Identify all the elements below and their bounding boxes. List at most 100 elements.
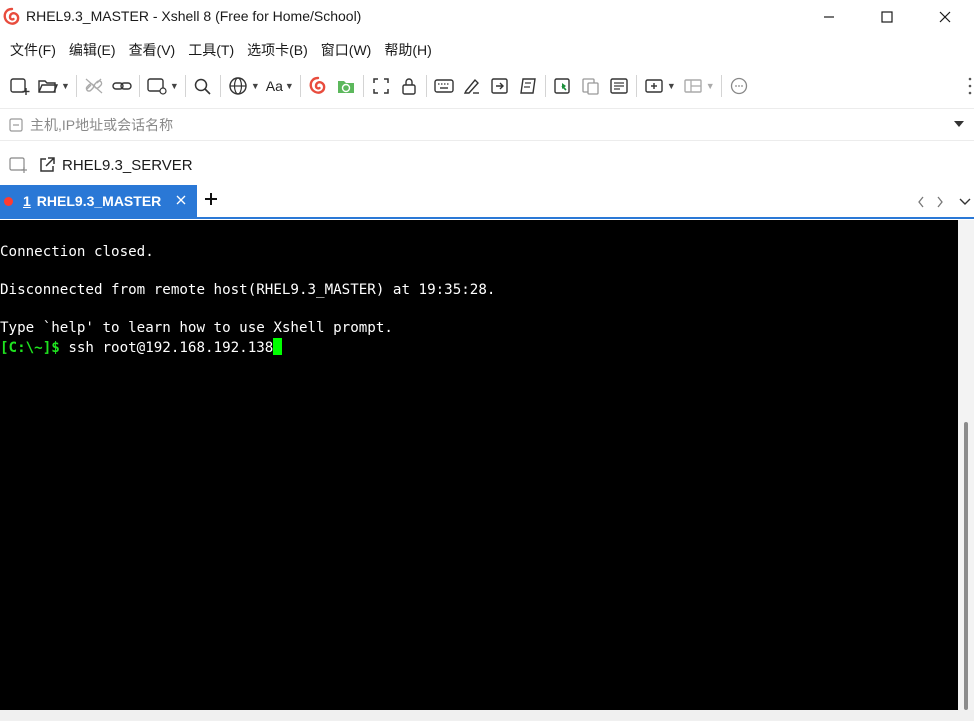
copy-button[interactable]	[577, 72, 605, 100]
chevron-down-icon: ▼	[666, 81, 676, 91]
terminal-line: Type `help' to learn how to use Xshell p…	[0, 320, 393, 336]
terminal-prompt-line: [C:\~]$ ssh root@192.168.192.138	[0, 338, 283, 358]
menu-window[interactable]: 窗口(W)	[315, 36, 378, 64]
typed-command: ssh root@192.168.192.138	[59, 340, 274, 356]
open-folder-icon	[38, 80, 59, 93]
toolbar-divider	[720, 75, 722, 97]
scrollbar-thumb[interactable]	[964, 422, 968, 710]
highlight-pen-icon	[463, 78, 479, 94]
tab-title: RHEL9.3_MASTER	[36, 193, 162, 209]
terminal-line: Connection closed.	[0, 244, 154, 260]
xftp-button[interactable]	[332, 72, 360, 100]
open-session-button[interactable]: ▼	[34, 72, 73, 100]
xshell-button[interactable]	[304, 72, 332, 100]
terminal-cursor	[273, 338, 283, 355]
add-pane-button[interactable]: ▼	[640, 72, 679, 100]
toolbar-divider	[138, 75, 140, 97]
toolbar-divider	[299, 75, 301, 97]
terminal-scrollbar[interactable]	[958, 220, 974, 710]
tab-bar: 1 RHEL9.3_MASTER	[0, 185, 974, 219]
chevron-down-icon[interactable]	[954, 121, 964, 129]
menu-edit[interactable]: 编辑(E)	[63, 36, 122, 64]
session-link-label: RHEL9.3_SERVER	[62, 156, 193, 174]
tab-rhel-master[interactable]: 1 RHEL9.3_MASTER	[0, 185, 197, 217]
new-tab-icon	[147, 78, 167, 95]
title-bar: RHEL9.3_MASTER - Xshell 8 (Free for Home…	[0, 0, 974, 34]
highlight-button[interactable]	[458, 72, 486, 100]
maximize-icon	[881, 11, 893, 23]
connect-link-icon	[112, 82, 132, 90]
new-session-icon	[10, 78, 30, 95]
session-link-rhel-server[interactable]: RHEL9.3_SERVER	[38, 154, 193, 176]
toolbar-divider	[362, 75, 364, 97]
address-bookmark-icon	[9, 118, 23, 132]
toolbar-divider	[425, 75, 427, 97]
disconnect-icon	[85, 78, 103, 94]
layout-button[interactable]: ▼	[679, 72, 718, 100]
links-bar-icon[interactable]	[9, 156, 29, 174]
font-button[interactable]: Aa ▼	[263, 72, 297, 100]
fullscreen-icon	[373, 78, 389, 94]
menu-help[interactable]: 帮助(H)	[378, 36, 437, 64]
close-icon	[939, 11, 951, 23]
chevron-left-icon[interactable]	[916, 195, 926, 209]
search-icon	[194, 78, 211, 95]
chevron-down-icon: ▼	[250, 81, 260, 91]
terminal-line: Disconnected from remote host(RHEL9.3_MA…	[0, 282, 496, 298]
compose-icon	[554, 78, 570, 94]
menu-file[interactable]: 文件(F)	[0, 36, 62, 64]
menu-bar: 文件(F) 编辑(E) 查看(V) 工具(T) 选项卡(B) 窗口(W) 帮助(…	[0, 36, 438, 64]
paste-icon	[610, 78, 628, 94]
font-icon: Aa	[265, 78, 283, 94]
fullscreen-button[interactable]	[367, 72, 395, 100]
copy-icon	[582, 78, 599, 95]
chat-button[interactable]	[725, 72, 753, 100]
keyboard-icon	[434, 79, 454, 93]
paste-button[interactable]	[605, 72, 633, 100]
close-tab-icon[interactable]	[175, 194, 187, 206]
xftp-icon	[337, 81, 354, 93]
menu-view[interactable]: 查看(V)	[123, 36, 182, 64]
new-session-button[interactable]	[6, 72, 34, 100]
toolbar-divider	[635, 75, 637, 97]
toolbar-divider	[544, 75, 546, 97]
chevron-down-icon[interactable]	[958, 197, 972, 207]
address-bar	[0, 108, 974, 141]
reconnect-button[interactable]	[108, 72, 136, 100]
shell-prompt: [C:\~]$	[0, 340, 60, 356]
status-bar	[0, 710, 974, 721]
encoding-button[interactable]: ▼	[224, 72, 263, 100]
chevron-right-icon[interactable]	[935, 195, 945, 209]
search-button[interactable]	[189, 72, 217, 100]
add-tab-icon[interactable]	[204, 192, 218, 206]
tab-number: 1	[23, 193, 31, 209]
chevron-down-icon: ▼	[284, 81, 294, 91]
xshell-app-icon	[3, 7, 20, 25]
chat-icon	[730, 77, 747, 95]
new-tab-button[interactable]: ▼	[143, 72, 182, 100]
script-icon	[520, 78, 536, 94]
links-bar: RHEL9.3_SERVER	[0, 146, 974, 182]
lock-icon	[402, 78, 416, 95]
compose-button[interactable]	[549, 72, 577, 100]
send-button[interactable]	[486, 72, 514, 100]
disconnect-button[interactable]	[80, 72, 108, 100]
lock-button[interactable]	[395, 72, 423, 100]
external-link-icon	[40, 157, 55, 172]
more-options-icon[interactable]	[968, 76, 972, 96]
maximize-button[interactable]	[858, 0, 916, 34]
toolbar-divider	[184, 75, 186, 97]
tab-label: 1 RHEL9.3_MASTER	[23, 193, 161, 209]
keyboard-button[interactable]	[430, 72, 458, 100]
menu-tab[interactable]: 选项卡(B)	[241, 36, 314, 64]
close-button[interactable]	[916, 0, 974, 34]
minimize-button[interactable]	[800, 0, 858, 34]
minimize-icon	[824, 16, 834, 18]
chevron-down-icon: ▼	[61, 81, 70, 91]
terminal-area[interactable]: Connection closed. Disconnected from rem…	[0, 220, 958, 710]
script-button[interactable]	[514, 72, 542, 100]
globe-icon	[229, 77, 247, 95]
menu-tools[interactable]: 工具(T)	[182, 36, 240, 64]
toolbar-divider	[219, 75, 221, 97]
host-address-input[interactable]	[30, 113, 930, 137]
